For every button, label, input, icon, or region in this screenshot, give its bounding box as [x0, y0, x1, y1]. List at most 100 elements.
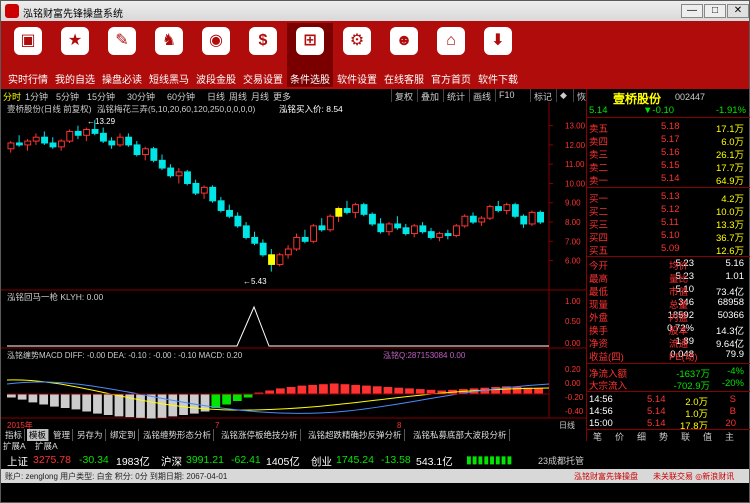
bid-row: 买四 5.10 36.7万	[587, 230, 750, 244]
candle	[276, 254, 284, 265]
candle	[133, 144, 141, 156]
price-axis-label: 6.00	[565, 257, 581, 266]
news-ticker[interactable]: 未关联交易 ◎新浪财讯	[653, 471, 734, 482]
bid-row: 买三 5.11 13.3万	[587, 217, 750, 231]
chart-tool-tab[interactable]: F10	[495, 89, 518, 102]
hierarchy-icon: ⊞	[296, 27, 324, 55]
ask-row: 卖五 5.18 17.1万	[587, 121, 750, 135]
macd-bar	[383, 387, 393, 394]
candle	[142, 148, 149, 156]
indicator-tab[interactable]: 泓铭超跌精确抄反弹分析	[306, 429, 405, 441]
candle	[377, 223, 385, 233]
toolbar-label: 操盘必读	[102, 75, 142, 86]
stat-row-cell: 68958	[717, 297, 744, 308]
toolbar-button-6[interactable]: ⊞ 条件选股	[287, 23, 333, 87]
macd-axis-label: 0.20	[565, 365, 581, 374]
flow-row-cell: -20%	[721, 378, 744, 389]
period-bar: 分时 1分钟 5分钟 15分钟 30分钟 60分钟 日线 周线 月线 更多 复权 叠加 统计 画线 F10 标…	[1, 89, 595, 102]
ask-row-cell: 26.1万	[716, 150, 744, 161]
candle	[352, 204, 360, 213]
candle	[503, 204, 511, 211]
home-icon: ⌂	[437, 27, 465, 55]
toolbar-button-8[interactable]: ☻ 在线客服	[381, 23, 427, 87]
toolbar-button-0[interactable]: ▣ 实时行情	[5, 23, 51, 87]
market-breadth-icon: ▮▮▮▮▮▮▮▮	[466, 454, 513, 466]
toolbar-button-9[interactable]: ⌂ 官方首页	[428, 23, 474, 87]
bid-row-cell: 买四	[589, 233, 609, 244]
main-area: 分时 1分钟 5分钟 15分钟 30分钟 60分钟 日线 周线 月线 更多 复权 叠加 统计 画线 F10 标…	[1, 89, 750, 451]
price-axis-label: 9.00	[565, 199, 581, 208]
toolbar-button-3[interactable]: ♞ 短线黑马	[146, 23, 192, 87]
stat-row-cell: 净资	[589, 339, 609, 350]
indicator-tab[interactable]: 泓铭缠势形态分析	[141, 429, 215, 441]
stat-row-cell: 1.01	[725, 271, 745, 282]
divider	[587, 117, 750, 118]
chart-tool-tab[interactable]: 复权	[391, 89, 416, 102]
candle	[478, 217, 486, 223]
quote-tab[interactable]: 主	[725, 430, 734, 443]
candle	[66, 130, 74, 142]
indicator-tab[interactable]: 泓铭私募底部大波段分析	[411, 429, 510, 441]
toolbar-button-5[interactable]: $ 交易设置	[240, 23, 286, 87]
divider	[587, 187, 750, 188]
candle	[91, 128, 99, 134]
stat-row-cell: 5.16	[725, 258, 745, 269]
macd-bar	[329, 383, 339, 394]
indicator-tab[interactable]: 绑定到	[108, 429, 139, 441]
stat-row-cell: PE(动)	[669, 352, 698, 363]
macd-bar	[114, 394, 124, 417]
chart-tool-tab[interactable]: ◆	[556, 89, 570, 102]
divider	[587, 256, 750, 257]
sz-index-change: -62.41	[231, 454, 261, 466]
candle	[427, 231, 435, 238]
title-bar: 泓铭财富先锋操盘系统 — □ ✕	[1, 1, 749, 21]
indicator-tab[interactable]: 另存为	[75, 429, 106, 441]
stat-row: 换手 0.72% 股本 14.3亿	[587, 323, 750, 337]
candle	[99, 132, 107, 142]
chart-tool-tab[interactable]: 叠加	[417, 89, 442, 102]
stat-row-cell: 收益(四)	[589, 352, 624, 363]
macd-bar	[534, 388, 543, 394]
toolbar-label: 短线黑马	[149, 75, 189, 86]
toolbar-button-10[interactable]: ⬇ 软件下载	[475, 23, 521, 87]
cy-index-value: 1745.24	[336, 454, 374, 466]
tick-row-cell: 14:56	[589, 406, 613, 417]
minimize-button[interactable]: —	[681, 4, 703, 18]
quote-tab[interactable]: 价	[615, 430, 624, 443]
ask-row: 卖一 5.14 64.9万	[587, 173, 750, 187]
price-axis-label: 7.00	[565, 237, 581, 246]
indicator-tab[interactable]: 泓铭涨停板绝技分析	[219, 429, 301, 441]
maximize-button[interactable]: □	[704, 4, 726, 18]
quote-tab[interactable]: 势	[659, 430, 668, 443]
main-window: 泓铭财富先锋操盘系统 — □ ✕ ▣ 实时行情 ★ 我的自选 ✎ 操盘必读 ♞ 短线黑马 ◉ 波段…	[0, 0, 750, 503]
quote-tab[interactable]: 联	[681, 430, 690, 443]
macd-bar	[340, 384, 350, 394]
chart-tool-tab[interactable]: 统计	[443, 89, 468, 102]
quote-tab[interactable]: 笔	[593, 430, 602, 443]
price-row: 5.14 ▼-0.10 -1.91%	[587, 105, 750, 116]
stat-row-cell: 股本	[669, 326, 689, 337]
toolbar-button-1[interactable]: ★ 我的自选	[52, 23, 98, 87]
candle	[184, 171, 191, 184]
kdj-axis-label: 1.00	[565, 297, 581, 306]
quote-tab[interactable]: 值	[703, 430, 712, 443]
toolbar-button-4[interactable]: ◉ 波段金股	[193, 23, 239, 87]
stat-row-cell: 流通	[669, 339, 689, 350]
flow-row-cell: 大宗流入	[589, 381, 628, 392]
stat-row-cell: 总量	[669, 300, 689, 311]
toolbar-button-7[interactable]: ⚙ 软件设置	[334, 23, 380, 87]
toolbar-button-2[interactable]: ✎ 操盘必读	[99, 23, 145, 87]
stat-row-cell: 今开	[589, 261, 609, 272]
toolbar-label: 条件选股	[290, 75, 330, 86]
extension-tab[interactable]: 扩展A	[35, 440, 58, 452]
ask-row-cell: 64.9万	[716, 176, 744, 187]
close-button[interactable]: ✕	[727, 4, 749, 18]
quote-tab[interactable]: 细	[637, 430, 646, 443]
toolbar-label: 官方首页	[431, 75, 471, 86]
chart-tool-tab[interactable]: 标记	[530, 89, 555, 102]
quote-panel: 壹桥股份 002447 5.14 ▼-0.10 -1.91% 卖五 5.18 17.1万 卖四 5…	[586, 89, 750, 443]
extension-tab[interactable]: 扩展A	[3, 440, 26, 452]
chart-tool-tab[interactable]: 画线	[469, 89, 494, 102]
kline-chart[interactable]: 壹桥股份(日线 前复权) 泓铭梅花三弄(5,10,20,60,120,250,0,…	[1, 102, 586, 442]
macd-bar	[405, 388, 414, 394]
